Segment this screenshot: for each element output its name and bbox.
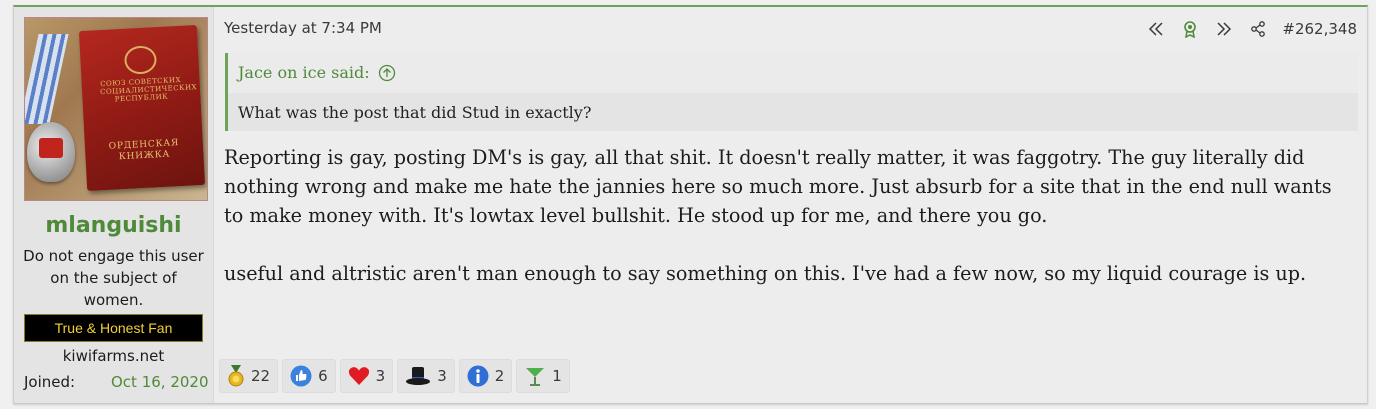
reaction-info[interactable]: 2: [458, 359, 513, 393]
award-icon[interactable]: [1180, 19, 1200, 39]
heart-icon: [348, 367, 369, 385]
next-post-icon[interactable]: [1214, 19, 1234, 39]
user-cell: СОЮЗ СОВЕТСКИХ СОЦИАЛИСТИЧЕСКИХ РЕСПУБЛИ…: [14, 7, 214, 403]
message-paragraph: Reporting is gay, posting DM's is gay, a…: [224, 146, 1332, 227]
post-timestamp[interactable]: Yesterday at 7:34 PM: [224, 19, 382, 37]
reaction-count: 1: [552, 367, 562, 385]
info-icon: [467, 365, 489, 387]
reaction-count: 22: [251, 367, 271, 385]
reaction-count: 6: [318, 367, 328, 385]
avatar-lettering-top: СОЮЗ СОВЕТСКИХ СОЦИАЛИСТИЧЕСКИХ РЕСПУБЛИ…: [99, 75, 198, 104]
cocktail-icon: [526, 368, 545, 386]
post-number[interactable]: #262,348: [1282, 20, 1357, 38]
reaction-count: 3: [437, 367, 447, 385]
quote-author[interactable]: Jace on ice said:: [238, 63, 370, 82]
reaction-count: 3: [375, 367, 386, 385]
reaction-count: 2: [494, 367, 505, 385]
reaction-top-hat[interactable]: 3: [397, 359, 455, 393]
joined-label: Joined:: [24, 373, 76, 391]
joined-date: Oct 16, 2020: [111, 373, 209, 391]
order-book: СОЮЗ СОВЕТСКИХ СОЦИАЛИСТИЧЕСКИХ РЕСПУБЛИ…: [78, 25, 206, 191]
medal-ribbon: [25, 34, 69, 124]
avatar-lettering-bottom: ОРДЕНСКАЯ КНИЖКА: [108, 138, 180, 163]
reaction-thumbs-up[interactable]: 6: [282, 359, 336, 393]
reactions-bar: 22 6 3 3 2 1: [219, 359, 570, 393]
thumbs-up-icon: [290, 365, 312, 387]
gold-medal-icon: [228, 365, 244, 387]
previous-post-icon[interactable]: [1146, 19, 1166, 39]
quote-block: Jace on ice said: What was the post that…: [225, 53, 1358, 131]
user-title: Do not engage this user on the subject o…: [23, 247, 204, 309]
reaction-heart[interactable]: 3: [339, 359, 394, 393]
avatar[interactable]: СОЮЗ СОВЕТСКИХ СОЦИАЛИСТИЧЕСКИХ РЕСПУБЛИ…: [24, 17, 208, 201]
reaction-gold-medal[interactable]: 22: [219, 359, 279, 393]
medal: [27, 122, 75, 182]
message-body: Reporting is gay, posting DM's is gay, a…: [224, 143, 1354, 317]
emblem: [123, 45, 158, 75]
username[interactable]: mlanguishi: [14, 213, 213, 238]
quote-author-link[interactable]: Jace on ice said:: [238, 63, 396, 82]
post: СОЮЗ СОВЕТСКИХ СОЦИАЛИСТИЧЕСКИХ РЕСПУБЛИ…: [13, 5, 1368, 404]
reaction-cocktail[interactable]: 1: [516, 359, 570, 393]
post-tools: #262,348: [1146, 19, 1357, 39]
quote-header: Jace on ice said:: [228, 53, 1358, 93]
arrow-up-circle-icon[interactable]: [378, 64, 396, 82]
top-hat-icon: [406, 367, 431, 385]
message-paragraph: useful and altristic aren't man enough t…: [224, 262, 1307, 285]
user-site: kiwifarms.net: [62, 347, 165, 365]
user-banner: True & Honest Fan: [24, 314, 203, 342]
quote-text: What was the post that did Stud in exact…: [238, 103, 592, 122]
share-icon[interactable]: [1248, 19, 1268, 39]
